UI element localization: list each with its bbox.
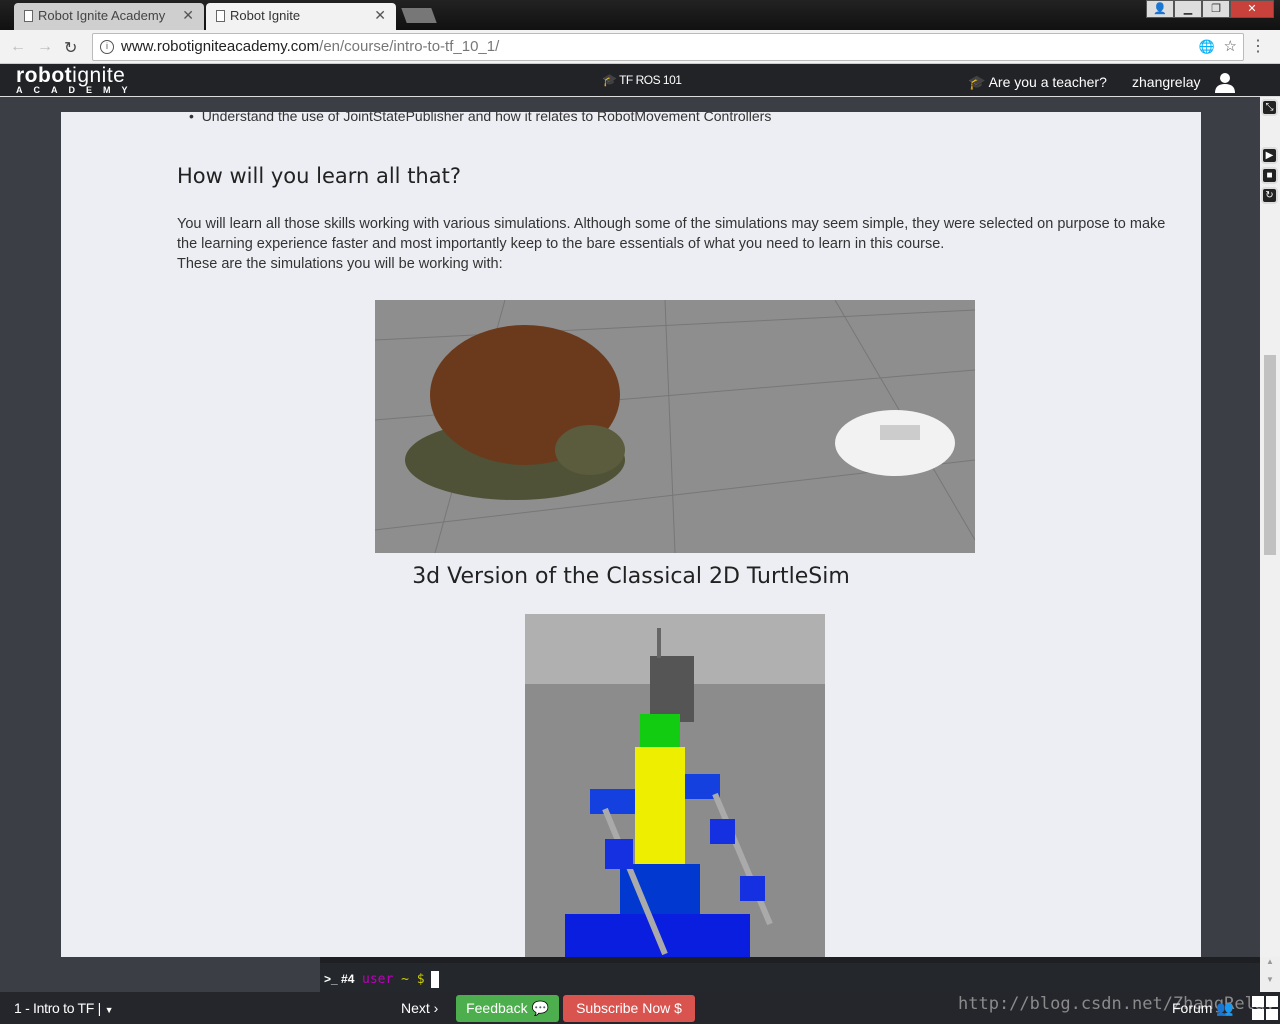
info-icon[interactable]: i	[100, 40, 114, 54]
forward-icon[interactable]: →	[37, 38, 53, 56]
menu-icon[interactable]: ⋮	[1250, 36, 1266, 56]
chapter-dropdown[interactable]: 1 - Intro to TF | ▼	[14, 1000, 113, 1016]
lesson-content: • Understand the use of JointStatePublis…	[61, 112, 1201, 958]
bottom-bar: 1 - Intro to TF | ▼ Next › Feedback 💬 Su…	[0, 992, 1280, 1024]
turtlesim-image	[375, 300, 975, 553]
terminal-prompt: user ~ $	[362, 971, 439, 988]
terminal-cursor	[430, 971, 439, 988]
maximize-button[interactable]: ❐	[1202, 0, 1230, 18]
logo[interactable]: robotignite ACADEMY	[16, 65, 139, 95]
robot-simulation-image	[525, 614, 825, 958]
new-tab-button[interactable]	[401, 8, 437, 23]
browser-tab[interactable]: Robot Ignite Academy ✕	[14, 3, 204, 30]
close-tab-icon[interactable]: ✕	[374, 3, 386, 28]
document-icon	[24, 10, 33, 22]
graduation-cap-icon: 🎓	[602, 73, 617, 87]
stop-icon[interactable]: ■	[1261, 167, 1278, 184]
teacher-link[interactable]: 🎓 Are you a teacher?	[968, 74, 1107, 91]
tab-title: Robot Ignite	[230, 8, 301, 23]
terminal-scrollbar[interactable]: ▲ ▼	[1260, 957, 1280, 992]
users-icon: 👥	[1216, 1000, 1234, 1016]
close-window-button[interactable]: ✕	[1230, 0, 1274, 18]
reset-icon[interactable]: ↻	[1261, 187, 1278, 204]
url-host: www.robotigniteacademy.com	[121, 38, 320, 55]
section-heading: How will you learn all that?	[177, 164, 461, 188]
chat-icon: 💬	[531, 1000, 549, 1016]
next-icon[interactable]: ▶	[1261, 147, 1278, 164]
document-icon	[216, 10, 225, 22]
tab-title: Robot Ignite Academy	[38, 8, 166, 23]
reload-icon[interactable]: ↻	[64, 38, 77, 58]
back-icon[interactable]: ←	[10, 38, 26, 56]
terminal-tab[interactable]: >_ #4	[324, 972, 354, 986]
scrollbar-thumb[interactable]	[1264, 355, 1276, 555]
address-bar-row: ← → ↻ i www.robotigniteacademy.com/en/cou…	[0, 30, 1280, 64]
paragraph: You will learn all those skills working …	[177, 216, 1166, 272]
browser-tab-bar: Robot Ignite Academy ✕ Robot Ignite ✕ 👤 ▁ ❐ ✕	[0, 0, 1280, 30]
next-button[interactable]: Next ›	[401, 1000, 438, 1016]
url-input[interactable]: i www.robotigniteacademy.com/en/course/in…	[92, 33, 1244, 61]
close-tab-icon[interactable]: ✕	[182, 3, 194, 28]
window-controls: 👤 ▁ ❐ ✕	[1146, 0, 1274, 18]
forum-link[interactable]: Forum 👥	[1172, 1000, 1234, 1017]
site-navbar: robotignite ACADEMY 🎓 TF ROS 101 🎓 Are yo…	[0, 64, 1280, 97]
terminal[interactable]: >_ #4 user ~ $	[320, 957, 1260, 992]
user-icon[interactable]: 👤	[1146, 0, 1174, 18]
avatar-icon[interactable]	[1214, 71, 1236, 93]
graduation-cap-icon: 🎓	[968, 74, 986, 90]
browser-tab-active[interactable]: Robot Ignite ✕	[206, 3, 396, 30]
minimize-button[interactable]: ▁	[1174, 0, 1202, 18]
username[interactable]: zhangrelay	[1132, 74, 1201, 90]
caret-down-icon: ▼	[104, 1005, 114, 1015]
bullet-item: • Understand the use of JointStatePublis…	[189, 112, 772, 124]
translate-icon[interactable]: 🌐	[1199, 34, 1215, 60]
url-path: /en/course/intro-to-tf_10_1/	[319, 38, 500, 55]
subscribe-button[interactable]: Subscribe Now $	[563, 995, 695, 1022]
course-title[interactable]: 🎓 TF ROS 101	[602, 73, 682, 87]
collapse-icon[interactable]: ⤡	[1261, 99, 1278, 116]
image-caption: 3d Version of the Classical 2D TurtleSim	[412, 564, 850, 589]
star-icon[interactable]: ☆	[1224, 34, 1237, 60]
terminal-panel: >_ #4 user ~ $ ▲ ▼	[0, 957, 1280, 992]
grid-icon[interactable]	[1252, 996, 1278, 1020]
page-scrollbar[interactable]	[1260, 97, 1280, 957]
feedback-button[interactable]: Feedback 💬	[456, 995, 559, 1022]
